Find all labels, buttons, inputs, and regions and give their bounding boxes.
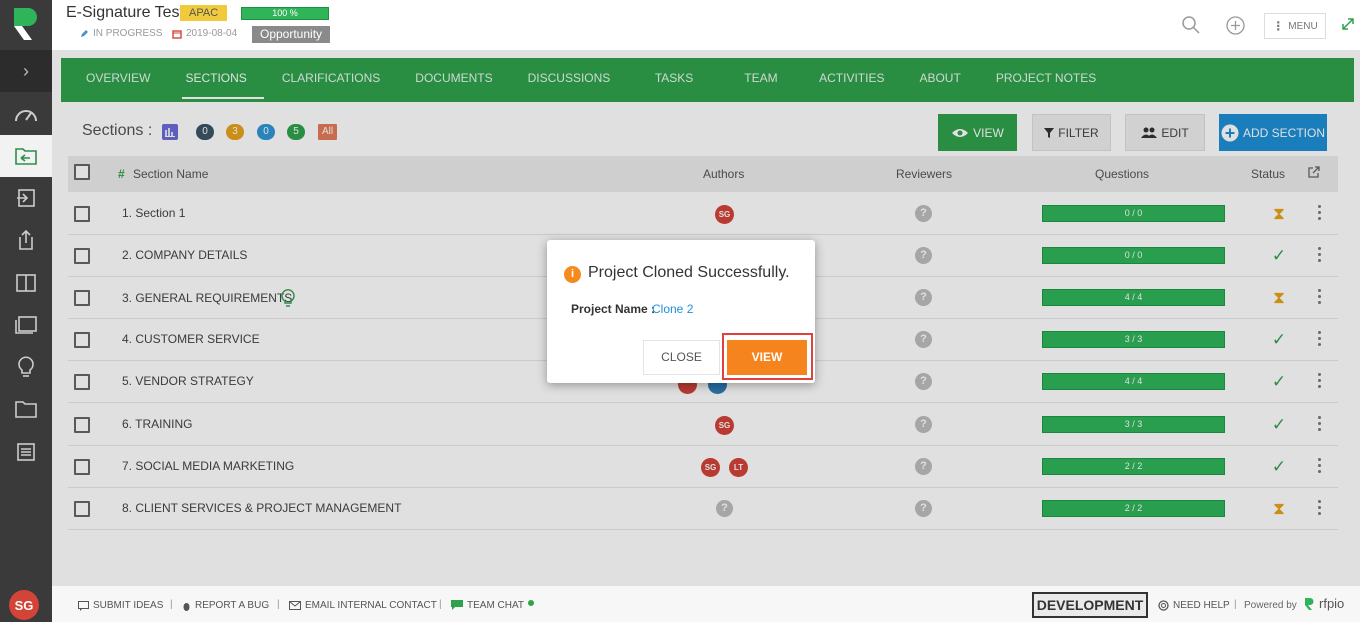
project-name-link[interactable]: Clone 2 <box>652 302 693 316</box>
need-help-link[interactable]: NEED HELP <box>1158 600 1230 611</box>
chat-icon <box>451 600 463 610</box>
powered-by-text: Powered by <box>1244 600 1297 611</box>
search-icon[interactable] <box>1182 16 1200 37</box>
add-circle-icon[interactable] <box>1226 16 1245 38</box>
dialog-view-button[interactable]: VIEW <box>727 340 807 375</box>
app-root: › SG E-Signature Test APAC 100 % IN PROG… <box>0 0 1360 622</box>
pencil-icon <box>81 30 88 37</box>
bug-icon <box>183 602 190 611</box>
notes-icon[interactable] <box>0 431 52 473</box>
rfpio-small-logo-icon <box>1305 597 1314 610</box>
date-meta: 2019-08-04 <box>172 28 237 39</box>
idea-icon[interactable] <box>0 346 52 388</box>
comment-icon <box>78 600 89 611</box>
environment-badge: DEVELOPMENT <box>1032 592 1148 618</box>
project-date: 2019-08-04 <box>186 28 238 39</box>
project-title: E-Signature Test <box>66 4 184 21</box>
team-chat-label: TEAM CHAT <box>467 600 525 611</box>
projects-icon[interactable] <box>0 135 52 177</box>
project-status: IN PROGRESS <box>93 28 163 39</box>
team-chat-link[interactable]: TEAM CHAT <box>451 599 535 611</box>
info-icon: i <box>564 266 581 283</box>
footer-separator: | <box>439 599 442 610</box>
menu-button[interactable]: ⋮ MENU <box>1264 13 1326 39</box>
email-contact-link[interactable]: EMAIL INTERNAL CONTACT <box>289 600 437 611</box>
menu-label: MENU <box>1288 20 1318 32</box>
region-badge: APAC <box>180 5 228 21</box>
brand-name: rfpio <box>1319 596 1345 611</box>
project-name-label: Project Name : <box>571 302 656 316</box>
library-icon[interactable] <box>0 262 52 304</box>
copy-icon[interactable] <box>0 304 52 346</box>
calendar-icon <box>172 29 182 39</box>
export-icon[interactable] <box>0 219 52 261</box>
envelope-icon <box>289 601 301 610</box>
import-icon[interactable] <box>0 177 52 219</box>
submit-ideas-label: SUBMIT IDEAS <box>93 600 164 611</box>
rfpio-logo-icon[interactable] <box>10 6 40 42</box>
dialog-title: Project Cloned Successfully. <box>588 264 790 281</box>
user-avatar[interactable]: SG <box>9 590 39 620</box>
footer-separator: | <box>1234 599 1237 610</box>
footer-separator: | <box>277 599 280 610</box>
folder-icon[interactable] <box>0 388 52 430</box>
footer: SUBMIT IDEAS | REPORT A BUG | EMAIL INTE… <box>52 585 1360 622</box>
report-bug-label: REPORT A BUG <box>195 600 270 611</box>
expand-icon[interactable] <box>1342 18 1354 33</box>
submit-ideas-link[interactable]: SUBMIT IDEAS <box>78 600 163 611</box>
vertical-dots-icon: ⋮ <box>1272 19 1285 33</box>
clone-success-dialog: i Project Cloned Successfully. Project N… <box>547 240 815 383</box>
online-dot-icon <box>528 599 535 606</box>
opportunity-badge: Opportunity <box>252 26 331 43</box>
project-header: E-Signature Test APAC 100 % IN PROGRESS … <box>52 0 1360 50</box>
status-meta: IN PROGRESS <box>80 28 162 39</box>
lifebuoy-icon <box>1158 600 1169 611</box>
need-help-label: NEED HELP <box>1173 600 1230 611</box>
rail-expand-icon[interactable]: › <box>0 50 52 92</box>
close-button[interactable]: CLOSE <box>643 340 720 375</box>
email-contact-label: EMAIL INTERNAL CONTACT <box>305 600 437 611</box>
report-bug-link[interactable]: REPORT A BUG <box>182 600 269 611</box>
progress-bar: 100 % <box>241 7 329 20</box>
footer-separator: | <box>170 599 173 610</box>
dashboard-icon[interactable] <box>0 94 52 136</box>
rfpio-brand[interactable]: rfpio <box>1304 596 1344 611</box>
left-rail: › SG <box>0 0 52 622</box>
